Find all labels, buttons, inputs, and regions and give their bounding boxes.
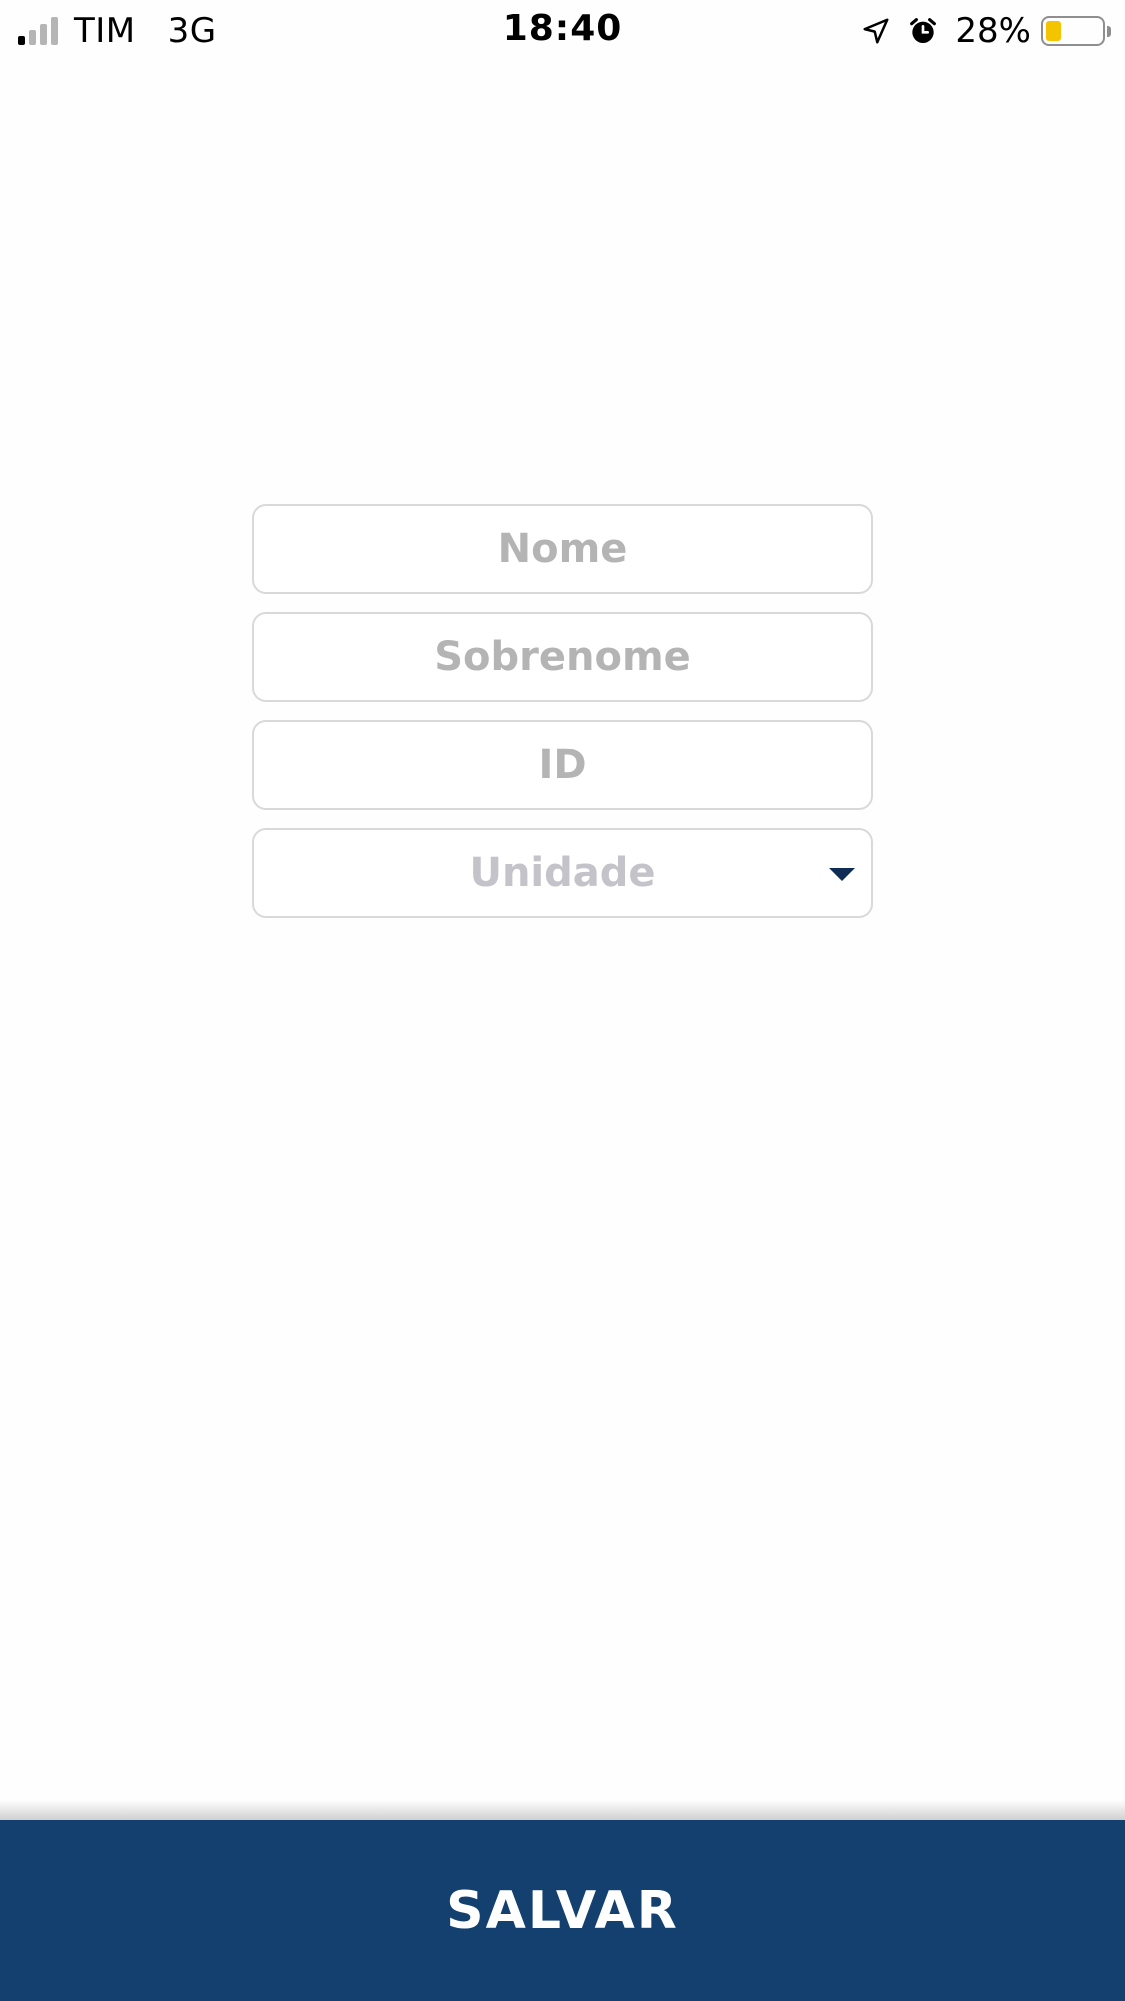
status-bar: TIM 3G 18:40 28% (0, 0, 1125, 62)
registration-form: Unidade (252, 504, 873, 936)
unit-select[interactable]: Unidade (252, 828, 873, 918)
save-button-label: SALVAR (446, 1880, 679, 1941)
battery-level (1046, 21, 1062, 41)
chevron-down-icon[interactable] (829, 868, 855, 881)
last-name-field (252, 612, 873, 702)
button-shadow (0, 1800, 1125, 1820)
save-button[interactable]: SALVAR (0, 1820, 1125, 2001)
id-field (252, 720, 873, 810)
unit-select-placeholder: Unidade (469, 850, 656, 896)
battery-percentage: 28% (955, 11, 1031, 51)
alarm-clock-icon (907, 15, 939, 47)
first-name-field (252, 504, 873, 594)
battery-icon (1041, 16, 1105, 46)
status-bar-right: 28% (861, 10, 1111, 52)
app-screen: TIM 3G 18:40 28% Nome Sobrenome ID Unida… (0, 0, 1125, 2001)
battery-tip (1107, 25, 1111, 37)
first-name-input[interactable] (254, 506, 871, 592)
last-name-input[interactable] (254, 614, 871, 700)
location-arrow-icon (861, 16, 891, 46)
id-input[interactable] (254, 722, 871, 808)
